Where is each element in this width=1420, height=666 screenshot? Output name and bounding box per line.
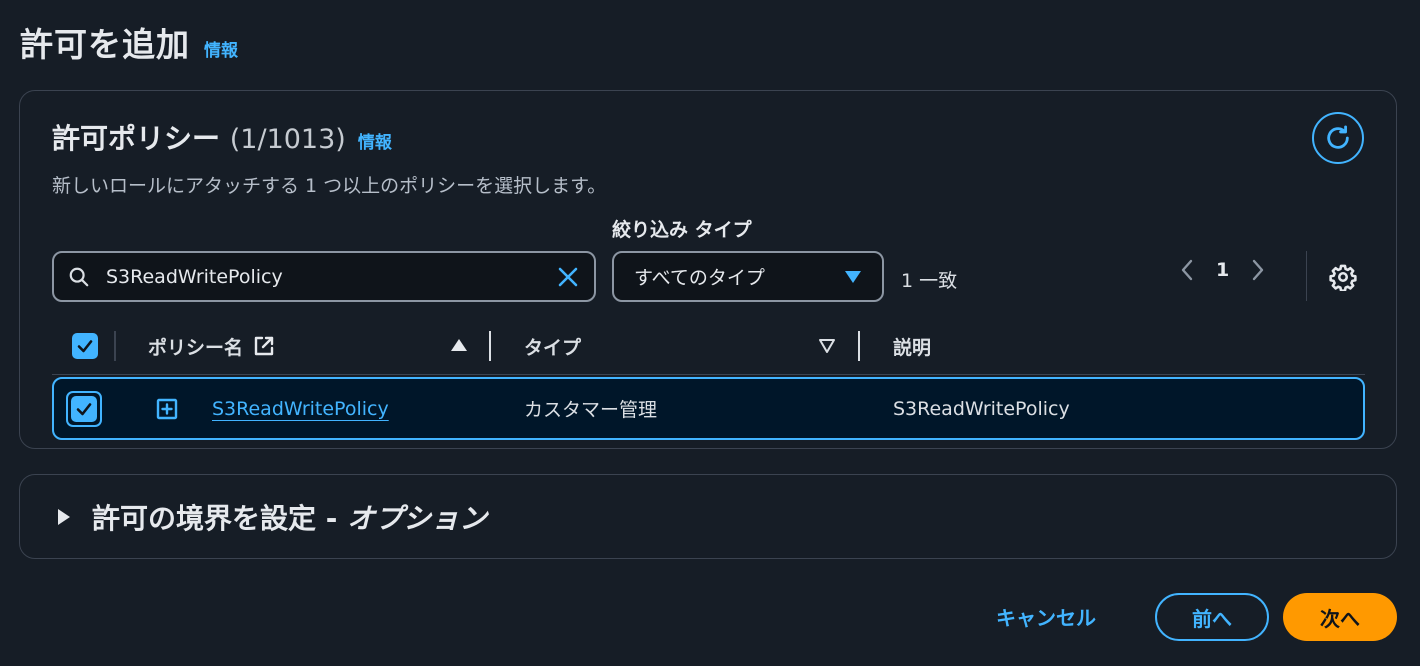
policies-count: (1/1013) bbox=[229, 124, 346, 155]
boundary-title: 許可の境界を設定 - オプション bbox=[92, 497, 487, 537]
pagination: 1 bbox=[1180, 259, 1265, 281]
sort-descending-icon[interactable] bbox=[818, 338, 836, 354]
column-separator bbox=[489, 331, 491, 361]
policy-type-cell: カスタマー管理 bbox=[524, 399, 658, 421]
gear-icon[interactable] bbox=[1329, 263, 1357, 291]
column-policy-name-label: ポリシー名 bbox=[148, 336, 244, 359]
external-link-icon[interactable] bbox=[253, 335, 275, 357]
policy-name-link[interactable]: S3ReadWritePolicy bbox=[212, 398, 389, 420]
caret-right-icon bbox=[58, 508, 70, 525]
type-filter-select[interactable]: すべてのタイプ bbox=[612, 251, 884, 302]
policies-title: 許可ポリシー (1/1013) bbox=[52, 117, 346, 157]
column-header-description: 説明 bbox=[893, 336, 932, 359]
search-input[interactable] bbox=[106, 265, 556, 288]
column-separator bbox=[858, 331, 860, 361]
policies-title-text: 許可ポリシー bbox=[52, 122, 221, 155]
page-info-link[interactable]: 情報 bbox=[204, 36, 238, 61]
page-header: 許可を追加 情報 bbox=[20, 18, 238, 66]
refresh-icon bbox=[1327, 125, 1349, 149]
policies-header: 許可ポリシー (1/1013) 情報 bbox=[52, 117, 392, 157]
policies-description: 新しいロールにアタッチする 1 つ以上のポリシーを選択します。 bbox=[52, 175, 607, 197]
filter-type-label: 絞り込み タイプ bbox=[612, 219, 752, 241]
expand-row-icon[interactable] bbox=[156, 398, 178, 420]
permissions-boundary-expander[interactable]: 許可の境界を設定 - オプション bbox=[19, 474, 1397, 559]
boundary-title-text: 許可の境界を設定 - bbox=[92, 501, 338, 535]
page-number[interactable]: 1 bbox=[1216, 259, 1229, 281]
cancel-button[interactable]: キャンセル bbox=[996, 602, 1096, 631]
select-all-checkbox[interactable] bbox=[72, 333, 98, 359]
check-icon bbox=[76, 403, 92, 416]
pagination-divider bbox=[1306, 251, 1307, 301]
table-header: ポリシー名 タイプ 説明 bbox=[52, 317, 1365, 375]
caret-down-icon bbox=[845, 270, 861, 283]
clear-icon[interactable] bbox=[556, 265, 580, 289]
row-checkbox-focus-ring bbox=[66, 391, 102, 427]
select-all-checkbox-cell bbox=[72, 317, 98, 375]
policy-name-cell: S3ReadWritePolicy bbox=[212, 379, 389, 438]
permission-policies-panel: 許可ポリシー (1/1013) 情報 新しいロールにアタッチする 1 つ以上のポ… bbox=[19, 90, 1397, 449]
boundary-optional-text: オプション bbox=[347, 501, 488, 535]
type-filter-value: すべてのタイプ bbox=[634, 267, 765, 289]
search-icon bbox=[69, 267, 89, 286]
column-separator bbox=[114, 331, 116, 361]
previous-button[interactable]: 前へ bbox=[1155, 593, 1269, 641]
next-button[interactable]: 次へ bbox=[1283, 593, 1397, 641]
refresh-button[interactable] bbox=[1312, 112, 1364, 164]
chevron-left-icon[interactable] bbox=[1180, 259, 1194, 281]
chevron-right-icon[interactable] bbox=[1251, 259, 1265, 281]
policy-description-cell: S3ReadWritePolicy bbox=[893, 397, 1070, 420]
column-header-policy-name[interactable]: ポリシー名 bbox=[148, 317, 275, 375]
sort-ascending-icon[interactable] bbox=[450, 337, 468, 353]
page-title: 許可を追加 bbox=[20, 25, 190, 64]
policies-info-link[interactable]: 情報 bbox=[358, 128, 392, 153]
match-count: 1 一致 bbox=[901, 270, 958, 292]
column-header-type[interactable]: タイプ bbox=[524, 317, 581, 375]
table-row[interactable]: S3ReadWritePolicy カスタマー管理 S3ReadWritePol… bbox=[52, 377, 1365, 440]
check-icon bbox=[77, 340, 93, 353]
policy-search bbox=[52, 251, 596, 302]
row-checkbox[interactable] bbox=[71, 396, 97, 422]
